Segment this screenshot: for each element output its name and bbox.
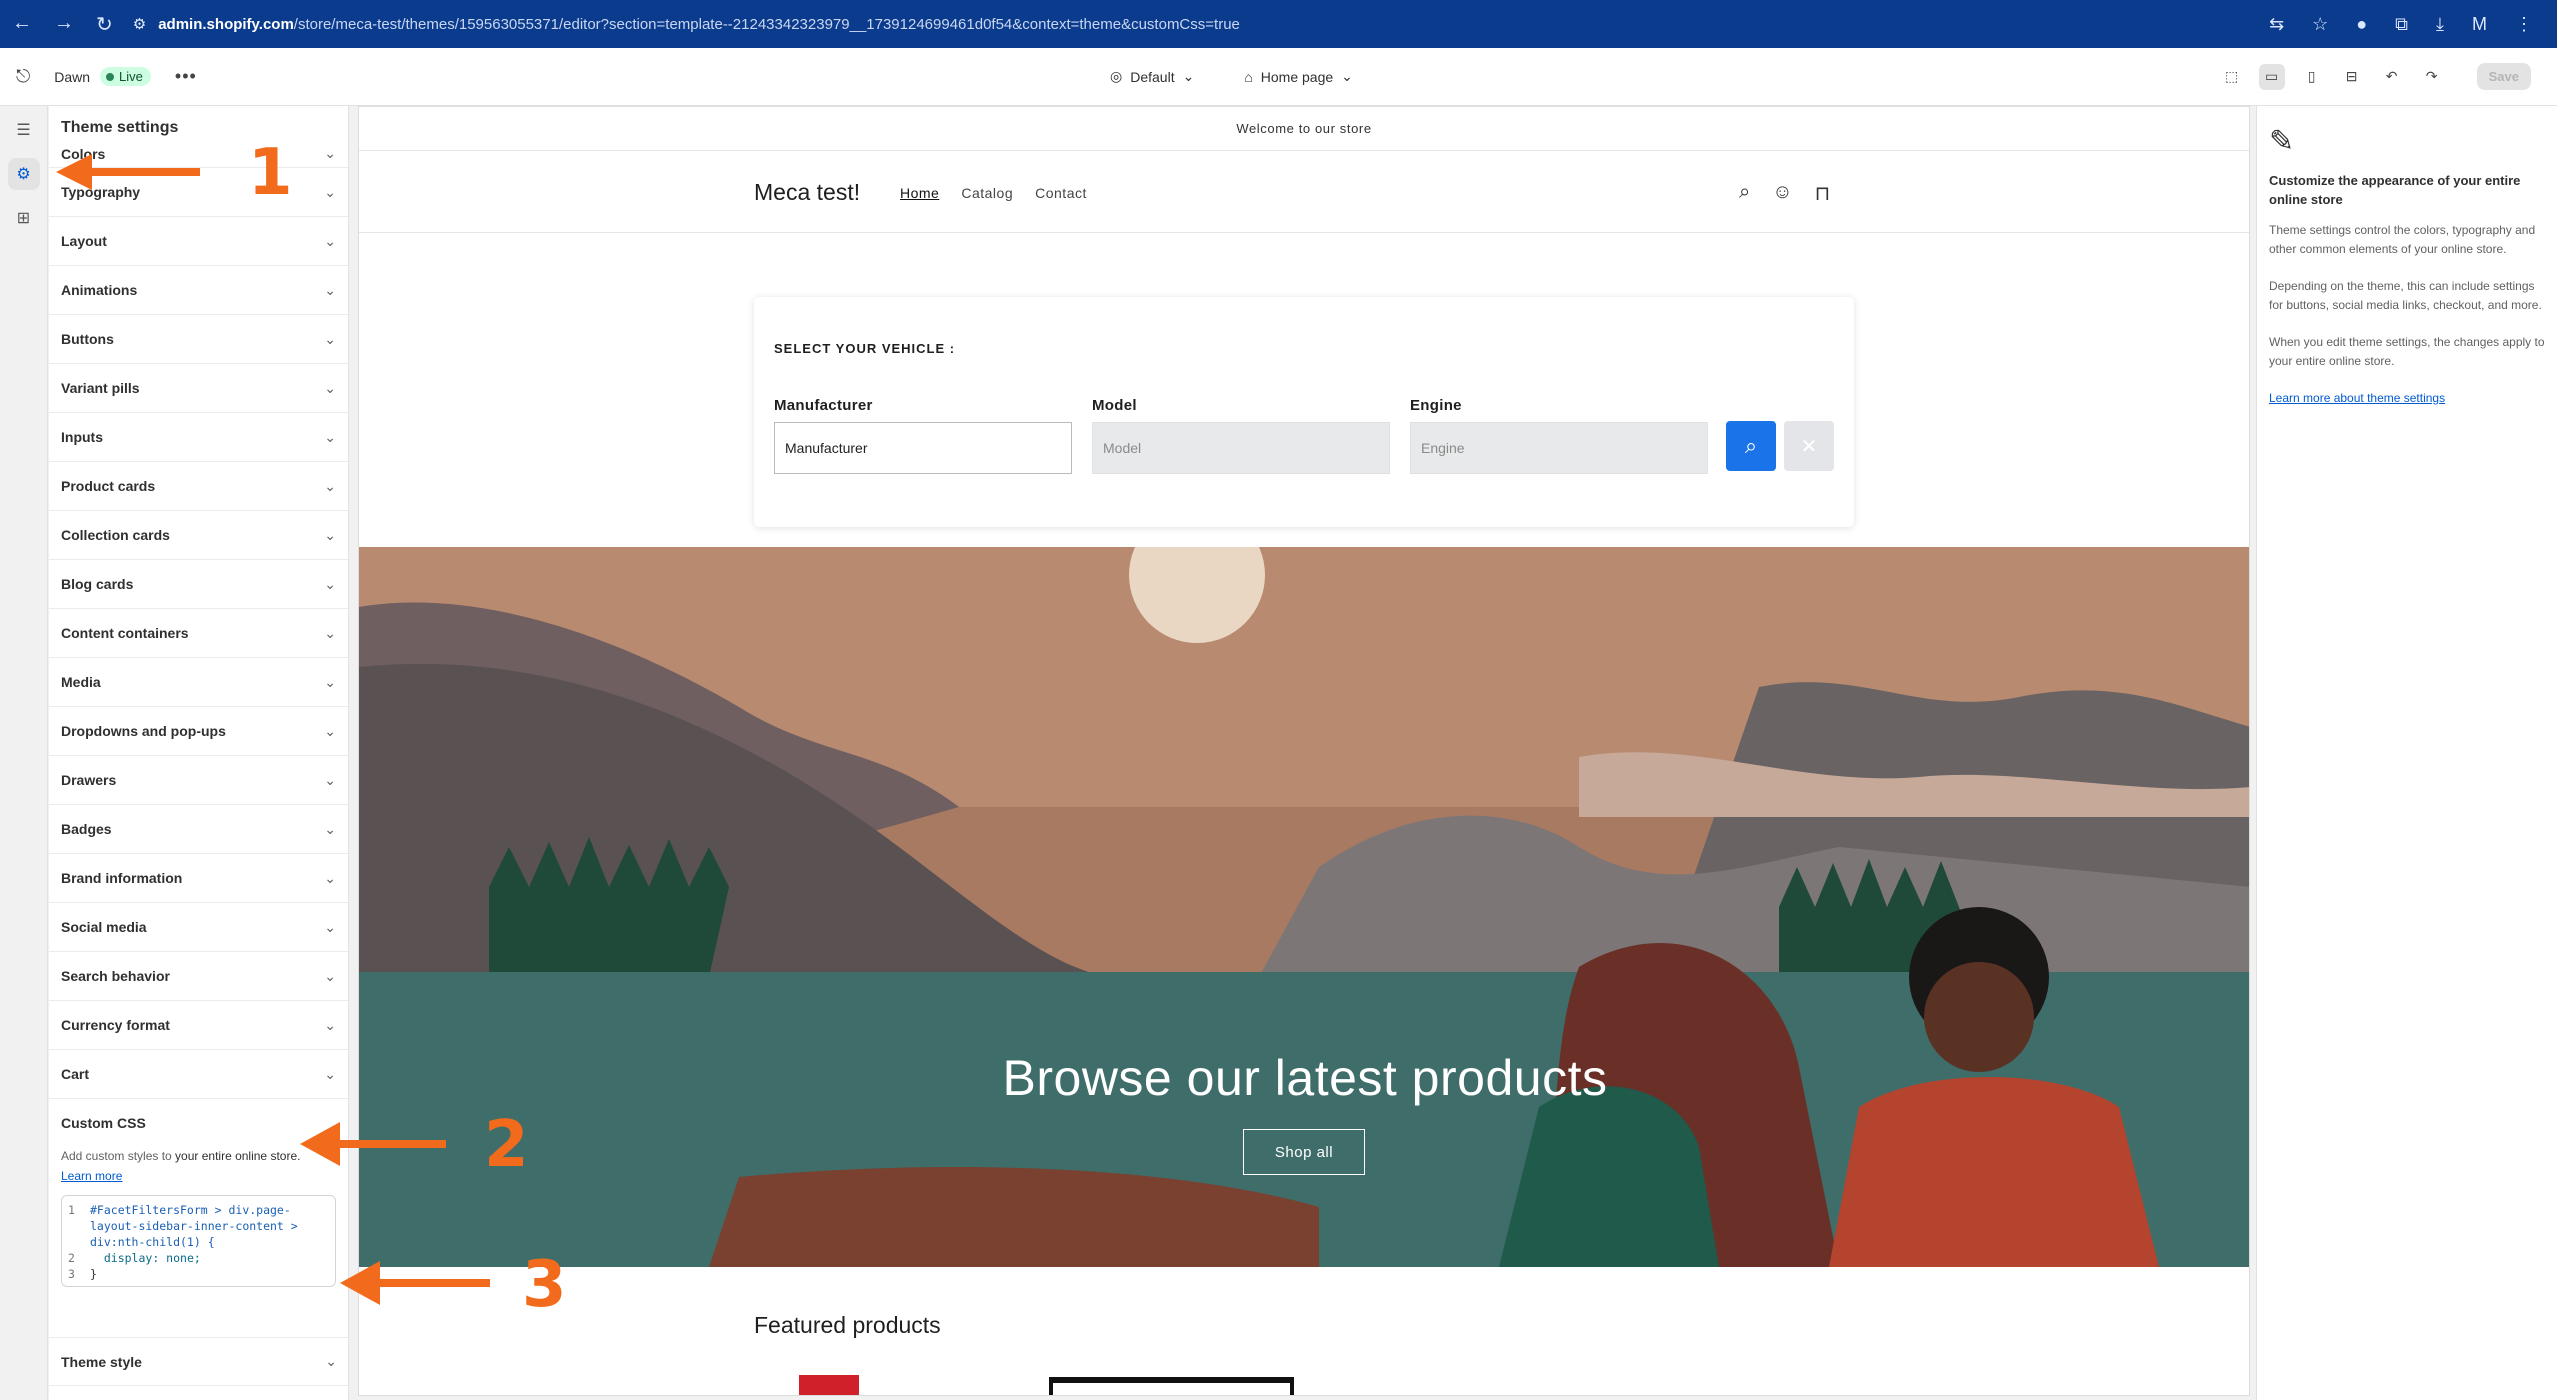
annotation-number-2: 2 xyxy=(484,1108,529,1182)
annotation-number-3: 3 xyxy=(522,1248,567,1322)
annotation-arrows xyxy=(56,154,490,1305)
annotation-number-1: 1 xyxy=(248,136,293,210)
